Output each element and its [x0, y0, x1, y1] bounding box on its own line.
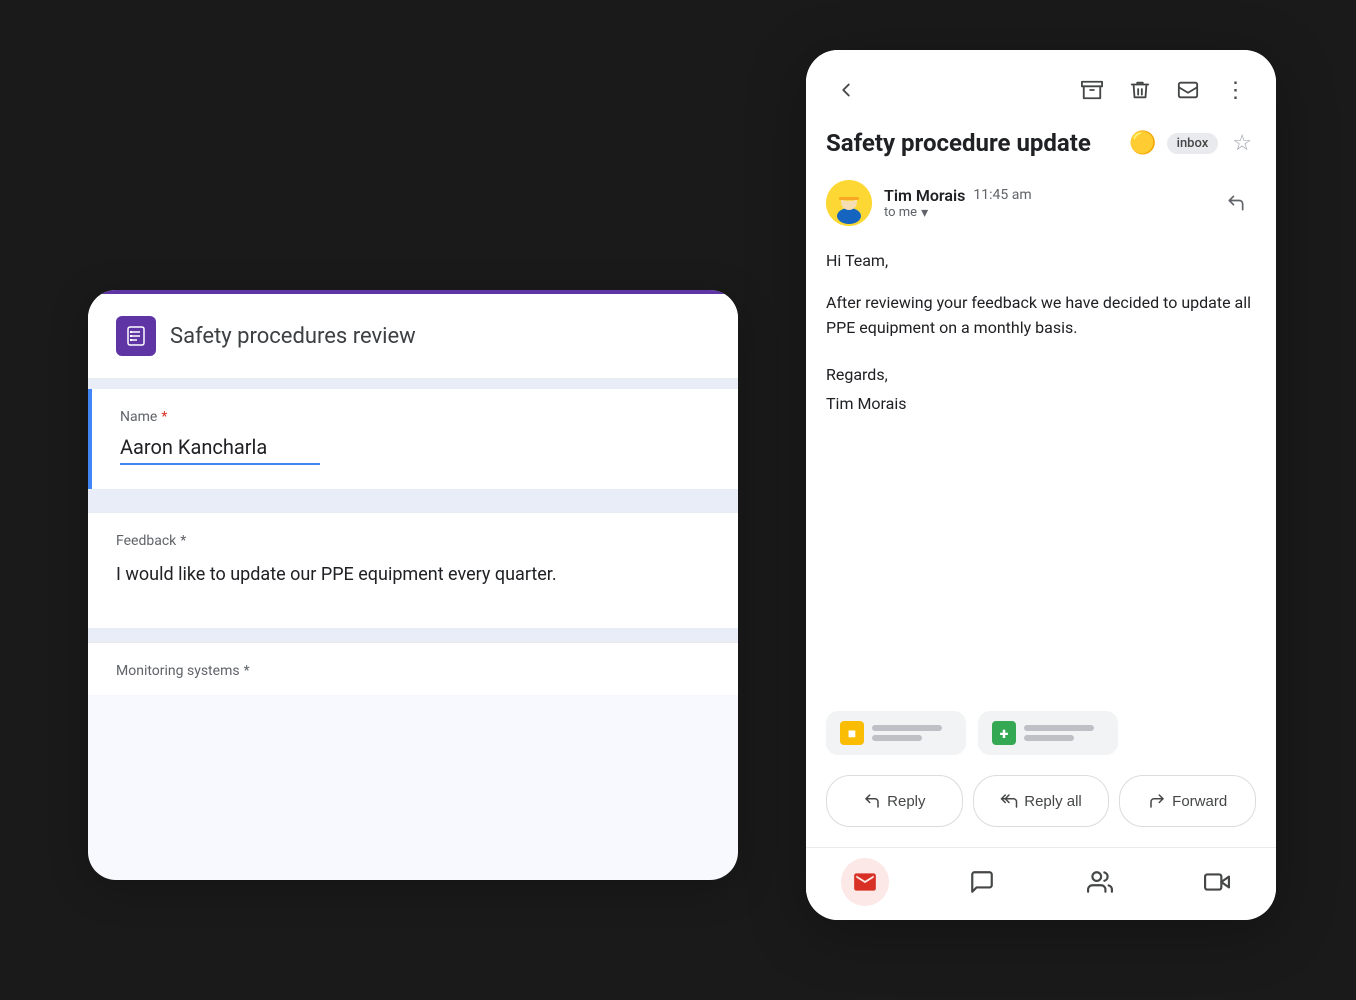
name-field: Name * Aaron Kancharla	[88, 389, 738, 489]
email-subject: Safety procedure update	[826, 129, 1119, 157]
forward-button[interactable]: Forward	[1119, 775, 1256, 827]
nav-chat[interactable]	[958, 858, 1006, 906]
back-icon	[835, 79, 857, 101]
forward-label: Forward	[1172, 793, 1227, 810]
archive-icon	[1081, 79, 1103, 101]
label-button[interactable]	[1168, 70, 1208, 110]
more-icon: ⋮	[1225, 77, 1248, 103]
email-greeting: Hi Team,	[826, 248, 1256, 274]
att-line-2a	[1024, 725, 1094, 731]
reply-all-button-icon	[1000, 792, 1018, 810]
subject-row: Safety procedure update 🟡 inbox ☆	[806, 122, 1276, 174]
chat-nav-icon	[969, 869, 995, 895]
form-separator-2	[88, 628, 738, 642]
reply-all-label: Reply all	[1024, 793, 1082, 810]
reply-icon-small	[1226, 193, 1246, 213]
email-body-text: After reviewing your feedback we have de…	[826, 290, 1256, 341]
avatar-image	[826, 180, 872, 226]
feedback-value[interactable]: I would like to update our PPE equipment…	[116, 561, 710, 588]
subject-emoji: 🟡	[1129, 131, 1156, 156]
reply-all-button[interactable]: Reply all	[973, 775, 1110, 827]
email-actions: Reply Reply all Forward	[806, 767, 1276, 847]
more-button[interactable]: ⋮	[1216, 70, 1256, 110]
sender-info: Tim Morais 11:45 am to me ▾	[884, 186, 1204, 221]
monitoring-label: Monitoring systems *	[116, 663, 710, 679]
reply-button[interactable]: Reply	[826, 775, 963, 827]
quick-reply-button[interactable]	[1216, 183, 1256, 223]
gmail-toolbar: ⋮	[806, 50, 1276, 122]
label-icon	[1177, 79, 1199, 101]
forms-section-name: Name * Aaron Kancharla	[88, 379, 738, 499]
reply-label: Reply	[887, 793, 925, 810]
nav-meet[interactable]	[1193, 858, 1241, 906]
feedback-field: Feedback * I would like to update our PP…	[88, 513, 738, 628]
star-button[interactable]: ☆	[1228, 126, 1256, 160]
feedback-required: *	[180, 533, 186, 549]
forms-icon	[116, 316, 156, 356]
sender-row: Tim Morais 11:45 am to me ▾	[806, 174, 1276, 238]
attachment-2-lines	[1024, 725, 1094, 741]
monitoring-required: *	[244, 663, 250, 679]
inbox-badge: inbox	[1167, 133, 1219, 154]
forward-button-icon	[1148, 792, 1166, 810]
meet-nav-icon	[1204, 869, 1230, 895]
toolbar-left	[826, 70, 866, 110]
attachments-row: ■ +	[806, 699, 1276, 767]
gmail-card: ⋮ Safety procedure update 🟡 inbox ☆	[806, 50, 1276, 920]
toolbar-right: ⋮	[1072, 70, 1256, 110]
archive-button[interactable]	[1072, 70, 1112, 110]
sender-name-time-row: Tim Morais 11:45 am	[884, 186, 1204, 205]
sender-to[interactable]: to me ▾	[884, 205, 1204, 221]
sender-avatar	[826, 180, 872, 226]
forms-header: Safety procedures review	[88, 294, 738, 379]
forms-body: Name * Aaron Kancharla Feedback * I woul…	[88, 379, 738, 880]
sender-time: 11:45 am	[973, 187, 1031, 203]
form-separator-1	[88, 499, 738, 513]
name-label: Name *	[120, 409, 710, 425]
sender-name: Tim Morais	[884, 186, 965, 205]
bottom-nav	[806, 847, 1276, 920]
attachment-1-lines	[872, 725, 942, 741]
scene: Safety procedures review Name * Aaron Ka…	[0, 0, 1356, 1000]
reply-button-icon	[863, 792, 881, 810]
attachment-1-icon: ■	[840, 721, 864, 745]
chevron-down-icon: ▾	[921, 205, 928, 221]
star-icon: ☆	[1232, 130, 1252, 155]
attachment-1[interactable]: ■	[826, 711, 966, 755]
back-button[interactable]	[826, 70, 866, 110]
forms-logo-icon	[124, 324, 148, 348]
nav-mail[interactable]	[841, 858, 889, 906]
att-line-1a	[872, 725, 942, 731]
forms-title: Safety procedures review	[170, 324, 416, 349]
forms-card: Safety procedures review Name * Aaron Ka…	[88, 290, 738, 880]
delete-button[interactable]	[1120, 70, 1160, 110]
email-sign-off: Regards, Tim Morais	[826, 361, 1256, 419]
nav-spaces[interactable]	[1076, 858, 1124, 906]
attachment-2[interactable]: +	[978, 711, 1118, 755]
attachment-2-icon: +	[992, 721, 1016, 745]
att-line-2b	[1024, 735, 1074, 741]
mail-nav-icon	[852, 869, 878, 895]
delete-icon	[1129, 79, 1151, 101]
monitoring-field: Monitoring systems *	[88, 642, 738, 695]
att-line-1b	[872, 735, 922, 741]
name-required: *	[161, 409, 167, 425]
spaces-nav-icon	[1087, 869, 1113, 895]
feedback-label: Feedback *	[116, 533, 710, 549]
name-value[interactable]: Aaron Kancharla	[120, 435, 320, 465]
email-body: Hi Team, After reviewing your feedback w…	[806, 238, 1276, 699]
